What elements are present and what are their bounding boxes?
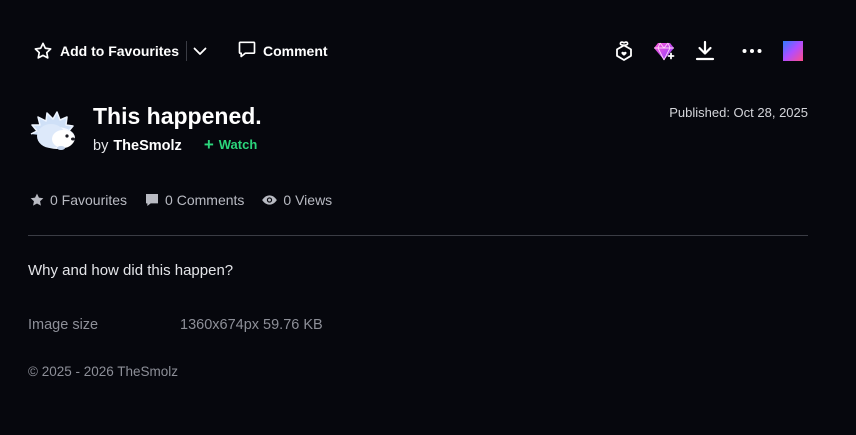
- chevron-down-icon[interactable]: [192, 43, 208, 59]
- more-dots-icon[interactable]: [740, 39, 764, 63]
- views-count: 0 Views: [283, 192, 333, 208]
- comment-filled-icon: [146, 194, 159, 206]
- stats-bar: 0 Favourites 0 Comments 0 Views: [29, 191, 349, 209]
- plus-icon: +: [203, 135, 214, 154]
- app-gradient-icon[interactable]: [781, 39, 805, 63]
- image-size-value: 1360x674px 59.76 KB: [180, 317, 323, 333]
- add-to-favourites-label: Add to Favourites: [60, 43, 180, 59]
- download-icon[interactable]: [693, 39, 717, 63]
- comment-label: Comment: [263, 43, 328, 59]
- published-date: Published: Oct 28, 2025: [669, 105, 808, 120]
- watch-button[interactable]: + Watch: [204, 136, 257, 153]
- deviation-description: Why and how did this happen?: [28, 262, 234, 279]
- author-avatar[interactable]: [27, 108, 79, 152]
- add-to-favourites-button[interactable]: Add to Favourites: [33, 41, 179, 61]
- action-toolbar: Add to Favourites Comment: [0, 0, 856, 100]
- star-filled-icon: [30, 193, 44, 206]
- comment-button[interactable]: Comment: [237, 41, 328, 61]
- favourites-stat: 0 Favourites: [29, 192, 127, 208]
- author-link[interactable]: TheSmolz: [113, 138, 181, 154]
- favourites-count: 0 Favourites: [50, 192, 128, 208]
- comment-icon: [237, 39, 257, 64]
- views-stat: 0 Views: [261, 192, 332, 208]
- toolbar-divider: [186, 41, 187, 61]
- watch-label: Watch: [218, 137, 258, 152]
- copyright-notice: © 2025 - 2026 TheSmolz: [28, 364, 179, 379]
- image-size-label: Image size: [28, 317, 99, 333]
- deviation-title: This happened.: [93, 103, 262, 129]
- star-outline-icon: [33, 41, 53, 61]
- byline: by TheSmolz + Watch: [93, 136, 257, 154]
- comments-stat: 0 Comments: [144, 192, 244, 208]
- comments-count: 0 Comments: [165, 192, 245, 208]
- gift-badge-icon[interactable]: [612, 39, 636, 63]
- by-label: by: [93, 138, 109, 154]
- eye-icon: [262, 195, 278, 205]
- gem-icon[interactable]: [652, 39, 676, 63]
- section-divider: [28, 235, 808, 236]
